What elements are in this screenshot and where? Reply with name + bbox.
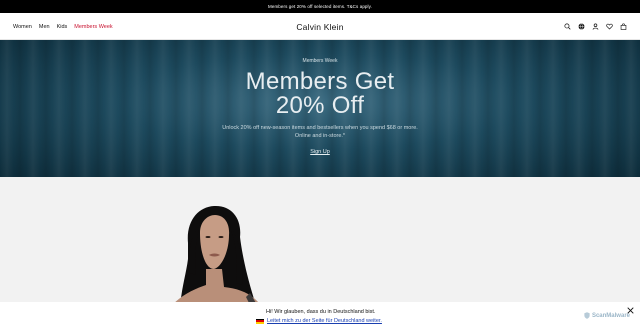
globe-icon[interactable] [577, 23, 585, 31]
brand-logo[interactable]: Calvin Klein [296, 22, 343, 32]
hero-text: Members Week Members Get 20% Off Unlock … [0, 40, 640, 177]
hero-headline-line-2: 20% Off [275, 92, 365, 119]
nav-members-week[interactable]: Members Week [74, 24, 112, 30]
nav-men[interactable]: Men [39, 24, 50, 30]
search-icon[interactable] [563, 23, 571, 31]
watermark: ScanMalware [584, 312, 630, 319]
shield-icon [584, 312, 590, 319]
account-icon[interactable] [591, 23, 599, 31]
hero-headline-line-1: Members Get [245, 68, 395, 95]
watermark-text: ScanMalware [591, 312, 630, 319]
nav-women[interactable]: Women [13, 24, 32, 30]
header-icons [563, 13, 627, 40]
site-header: Women Men Kids Members Week Calvin Klein [0, 13, 640, 40]
hero-copy: Unlock 20% off new-season items and best… [222, 125, 418, 139]
hero-banner[interactable]: Members Week Members Get 20% Off Unlock … [0, 40, 640, 177]
promo-text[interactable]: Members get 20% off selected items. T&Cs… [268, 4, 372, 9]
promo-bar[interactable]: Members get 20% off selected items. T&Cs… [0, 0, 640, 13]
geo-message: Hi! Wir glauben, dass du in Deutschland … [266, 309, 376, 315]
nav-kids[interactable]: Kids [57, 24, 68, 30]
model-photo [175, 205, 259, 302]
bag-icon[interactable] [619, 23, 627, 31]
main-nav: Women Men Kids Members Week [13, 13, 113, 40]
hero-cta-wrap: Sign Up [0, 149, 640, 155]
hero-eyebrow: Members Week [302, 58, 338, 64]
content-image-area [0, 177, 640, 302]
redirect-germany-link[interactable]: Leitet mich zu der Seite für Deutschland… [267, 318, 382, 324]
wishlist-icon[interactable] [605, 23, 613, 31]
geo-banner: Hi! Wir glauben, dass du in Deutschland … [0, 302, 640, 331]
geo-link-row: Leitet mich zu der Seite für Deutschland… [256, 318, 382, 324]
germany-flag-icon [256, 318, 264, 324]
page: Members get 20% off selected items. T&Cs… [0, 0, 640, 331]
hero-headline: Members Get 20% Off [0, 70, 640, 118]
sign-up-link[interactable]: Sign Up [310, 149, 330, 155]
flag-stripe-gold [256, 321, 264, 324]
